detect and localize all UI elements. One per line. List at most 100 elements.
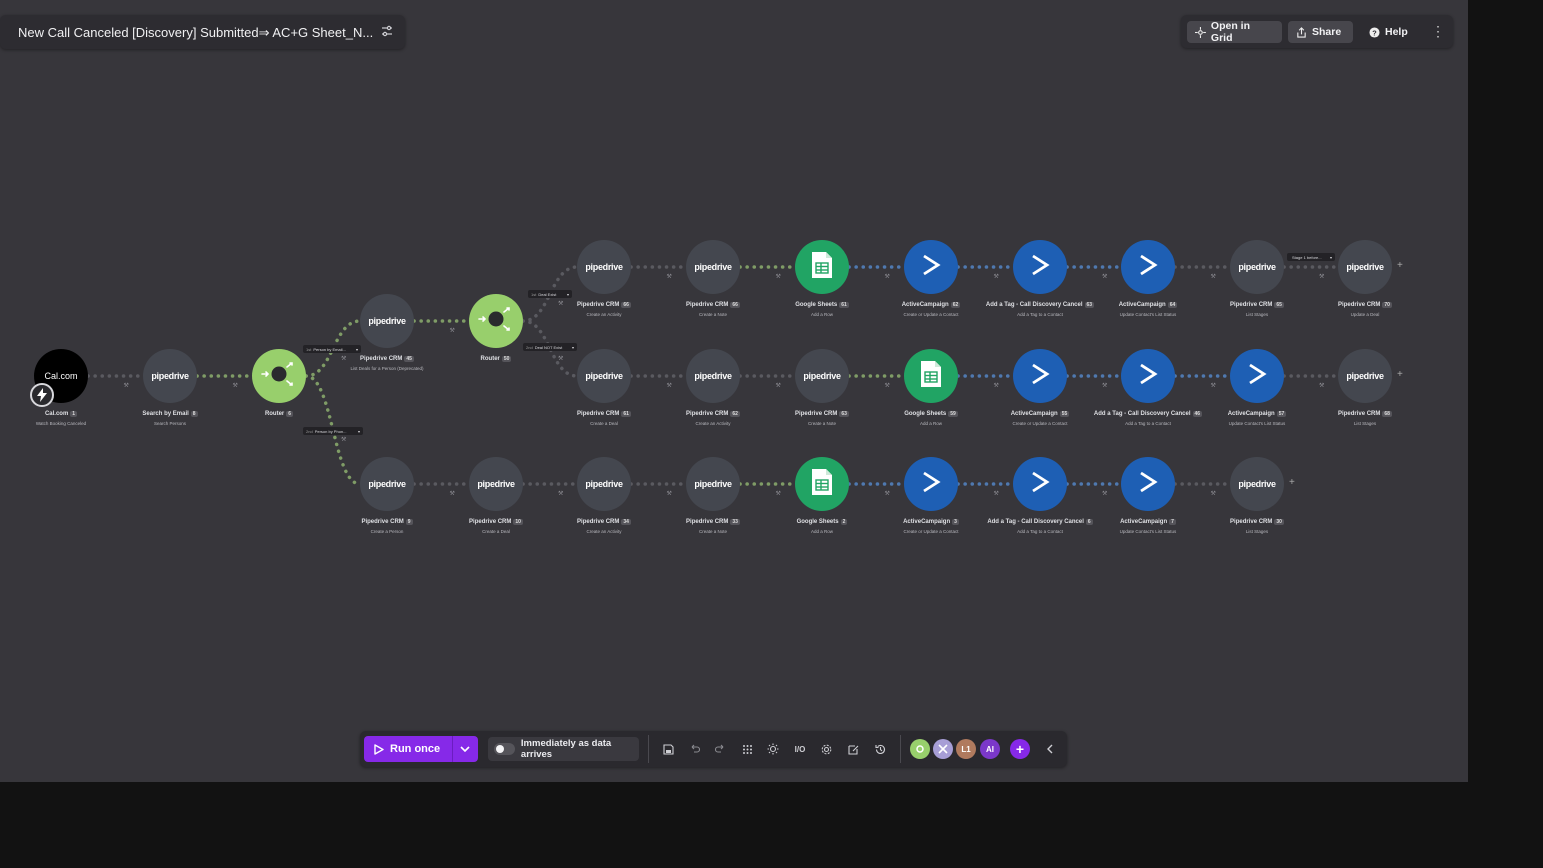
ai-assistant-icon[interactable]: AI (980, 739, 1000, 759)
schedule-toggle[interactable]: Immediately as data arrives (488, 737, 639, 761)
chevron-left-icon[interactable] (1041, 741, 1057, 757)
add-module-plus-icon[interactable]: + (1289, 477, 1295, 488)
help-button[interactable]: ? Help (1361, 21, 1416, 43)
scenario-title[interactable]: New Call Canceled [Discovery] Submitted⇒… (18, 25, 373, 41)
wrench-icon[interactable]: ⚒ (885, 491, 890, 497)
wrench-icon[interactable]: ⚒ (776, 491, 781, 497)
more-options-icon[interactable]: ⋮ (1431, 24, 1445, 38)
module-r3e[interactable] (795, 457, 849, 511)
save-icon[interactable] (660, 741, 676, 757)
wrench-icon[interactable]: ⚒ (1211, 491, 1216, 497)
module-r1g[interactable]: pipedrive (1230, 240, 1284, 294)
wrench-icon[interactable]: ⚒ (450, 491, 455, 497)
run-options-dropdown[interactable] (451, 736, 478, 762)
wrench-icon[interactable]: ⚒ (994, 491, 999, 497)
undo-icon[interactable] (686, 741, 702, 757)
wrench-icon[interactable]: ⚒ (558, 356, 563, 362)
wrench-icon[interactable]: ⚒ (885, 383, 890, 389)
google-sheets-icon (920, 360, 942, 393)
wrench-icon[interactable]: ⚒ (233, 383, 238, 389)
module-number-badge: 2 (840, 519, 848, 525)
history-icon[interactable] (872, 741, 888, 757)
scenario-canvas[interactable]: Cal.com Cal.com 1 Watch Booking Canceled pip… (0, 0, 1468, 782)
module-number-badge: 34 (621, 519, 631, 525)
wrench-icon[interactable]: ⚒ (776, 383, 781, 389)
module-r3b[interactable]: pipedrive (469, 457, 523, 511)
module-r2c[interactable]: pipedrive (795, 349, 849, 403)
module-r3a[interactable]: pipedrive (360, 457, 414, 511)
wrench-icon[interactable]: ⚒ (994, 383, 999, 389)
gear-icon[interactable] (818, 741, 834, 757)
module-r1c[interactable] (795, 240, 849, 294)
route-filter-label[interactable]: Stage 1 before... ▾ (1287, 253, 1335, 261)
settings-sliders-icon[interactable] (380, 24, 394, 38)
redo-icon[interactable] (712, 741, 728, 757)
wrench-icon[interactable]: ⚒ (1211, 274, 1216, 280)
wrench-icon[interactable]: ⚒ (994, 274, 999, 280)
route-order: 2nd (526, 344, 533, 350)
module-r2b[interactable]: pipedrive (686, 349, 740, 403)
module-r3c[interactable]: pipedrive (577, 457, 631, 511)
module-r2f[interactable] (1121, 349, 1175, 403)
module-r2g[interactable] (1230, 349, 1284, 403)
add-module-plus-icon[interactable]: + (1397, 369, 1403, 380)
module-r3i[interactable]: pipedrive (1230, 457, 1284, 511)
module-r3f[interactable] (904, 457, 958, 511)
wrench-icon[interactable]: ⚒ (1319, 274, 1324, 280)
io-label[interactable]: I/O (792, 741, 808, 757)
explain-flow-icon[interactable] (765, 741, 781, 757)
route-filter-label[interactable]: 2nd Person by Phon... ▾ (303, 427, 363, 435)
router-app-icon[interactable] (910, 739, 930, 759)
module-r3d[interactable]: pipedrive (686, 457, 740, 511)
wrench-icon[interactable]: ⚒ (1102, 274, 1107, 280)
module-r1a[interactable]: pipedrive (577, 240, 631, 294)
module-router1[interactable] (252, 349, 306, 403)
instant-trigger-icon[interactable] (30, 383, 54, 407)
wrench-icon[interactable]: ⚒ (1102, 383, 1107, 389)
module-r3h[interactable] (1121, 457, 1175, 511)
module-r1f[interactable] (1121, 240, 1175, 294)
route-filter-label[interactable]: 1st Person by Email... ▾ (303, 345, 361, 353)
route-filter-label[interactable]: 2nd Deal NOT Exist ▾ (523, 343, 577, 351)
wrench-icon[interactable]: ⚒ (341, 437, 346, 443)
module-router2[interactable] (469, 294, 523, 348)
wrench-icon[interactable]: ⚒ (1319, 383, 1324, 389)
module-pd45[interactable]: pipedrive (360, 294, 414, 348)
route-filter-label[interactable]: 1st Deal Exist ▾ (528, 290, 572, 298)
share-button[interactable]: Share (1288, 21, 1353, 43)
module-r1e[interactable] (1013, 240, 1067, 294)
wrench-icon[interactable]: ⚒ (558, 301, 563, 307)
wrench-icon[interactable]: ⚒ (450, 328, 455, 334)
wrench-icon[interactable]: ⚒ (667, 274, 672, 280)
module-r2e[interactable] (1013, 349, 1067, 403)
run-once-main[interactable]: Run once (364, 743, 452, 755)
wrench-icon[interactable]: ⚒ (1211, 383, 1216, 389)
module-title-text: Router (480, 356, 500, 362)
open-in-grid-button[interactable]: Open in Grid (1187, 20, 1282, 44)
tools-app-icon[interactable] (933, 739, 953, 759)
module-r1b[interactable]: pipedrive (686, 240, 740, 294)
module-r1h[interactable]: pipedrive (1338, 240, 1392, 294)
wrench-icon[interactable]: ⚒ (776, 274, 781, 280)
auto-align-icon[interactable] (739, 741, 755, 757)
toggle-switch[interactable] (494, 743, 515, 755)
wrench-icon[interactable]: ⚒ (1102, 491, 1107, 497)
module-r1d[interactable] (904, 240, 958, 294)
wrench-icon[interactable]: ⚒ (667, 491, 672, 497)
wrench-icon[interactable]: ⚒ (558, 491, 563, 497)
module-r3g[interactable] (1013, 457, 1067, 511)
module-title-text: Add a Tag - Call Discovery Cancel (985, 302, 1083, 308)
add-module-icon[interactable]: + (1010, 739, 1030, 759)
notes-icon[interactable] (845, 741, 861, 757)
wrench-icon[interactable]: ⚒ (885, 274, 890, 280)
module-r2a[interactable]: pipedrive (577, 349, 631, 403)
module-r2d[interactable] (904, 349, 958, 403)
run-once-button[interactable]: Run once (364, 736, 478, 762)
wrench-icon[interactable]: ⚒ (667, 383, 672, 389)
add-module-plus-icon[interactable]: + (1397, 260, 1403, 271)
user-avatar[interactable]: L1 (956, 739, 976, 759)
wrench-icon[interactable]: ⚒ (341, 356, 346, 362)
module-r2h[interactable]: pipedrive (1338, 349, 1392, 403)
wrench-icon[interactable]: ⚒ (124, 383, 129, 389)
module-search[interactable]: pipedrive (143, 349, 197, 403)
